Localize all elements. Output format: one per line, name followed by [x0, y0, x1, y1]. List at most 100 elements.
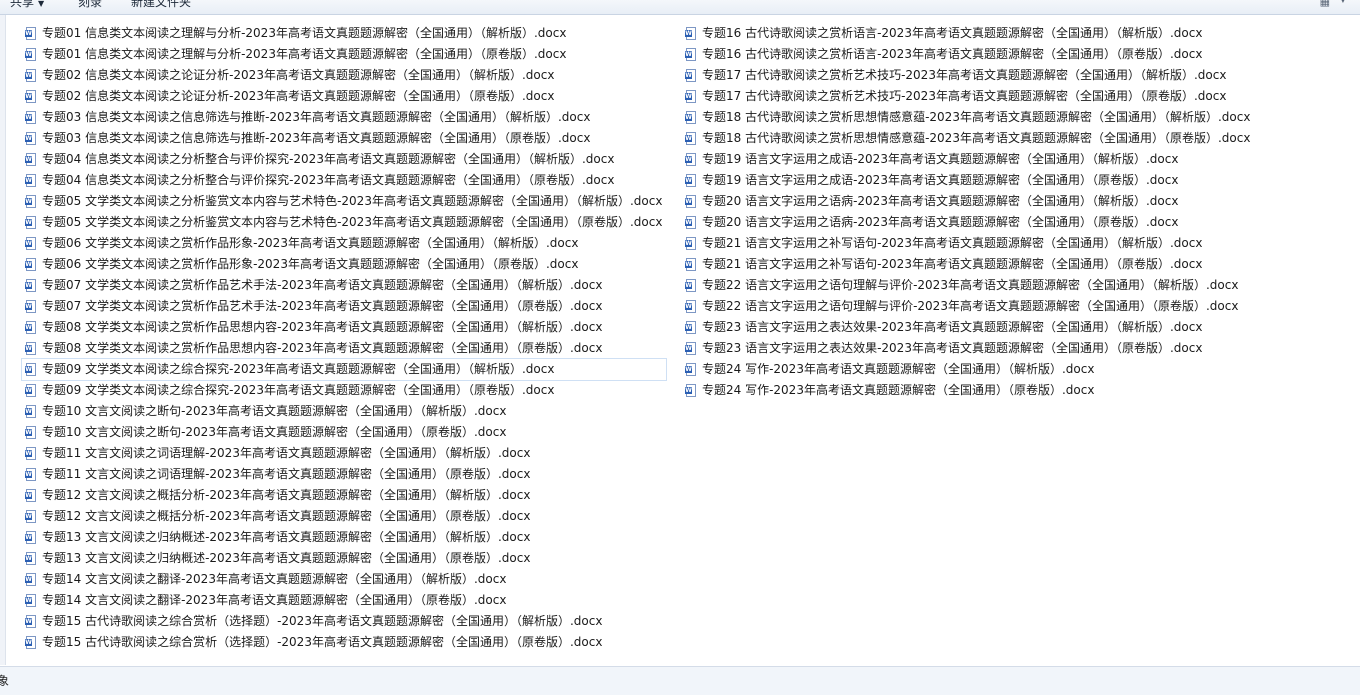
file-item[interactable]: W 专题04 信息类文本阅读之分析整合与评价探究-2023年高考语文真题题源解密（… — [22, 170, 666, 191]
file-item[interactable]: W 专题01 信息类文本阅读之理解与分析-2023年高考语文真题题源解密（全国通用… — [22, 44, 666, 65]
file-item[interactable]: W 专题03 信息类文本阅读之信息筛选与推断-2023年高考语文真题题源解密（全国… — [22, 107, 666, 128]
file-item[interactable]: W 专题11 文言文阅读之词语理解-2023年高考语文真题题源解密（全国通用）（解… — [22, 443, 666, 464]
share-label: 共享 — [10, 0, 35, 9]
word-document-icon: W — [25, 48, 36, 61]
file-name: 专题19 语言文字运用之成语-2023年高考语文真题题源解密（全国通用）（原卷版… — [702, 173, 1179, 187]
word-document-icon: W — [685, 48, 696, 61]
burn-label: 刻录 — [78, 0, 103, 9]
word-document-icon: W — [25, 174, 36, 187]
file-item[interactable]: W 专题10 文言文阅读之断句-2023年高考语文真题题源解密（全国通用）（原卷版… — [22, 422, 666, 443]
file-item[interactable]: W 专题23 语言文字运用之表达效果-2023年高考语文真题题源解密（全国通用）（… — [682, 338, 1254, 359]
file-item[interactable]: W 专题08 文学类文本阅读之赏析作品思想内容-2023年高考语文真题题源解密（全… — [22, 338, 666, 359]
file-item[interactable]: W 专题22 语言文字运用之语句理解与评价-2023年高考语文真题题源解密（全国通… — [682, 275, 1254, 296]
file-name: 专题09 文学类文本阅读之综合探究-2023年高考语文真题题源解密（全国通用）（… — [42, 383, 555, 397]
file-name: 专题02 信息类文本阅读之论证分析-2023年高考语文真题题源解密（全国通用）（… — [42, 68, 555, 82]
file-item[interactable]: W 专题16 古代诗歌阅读之赏析语言-2023年高考语文真题题源解密（全国通用）（… — [682, 44, 1254, 65]
new-folder-button[interactable]: 新建文件夹 — [131, 0, 191, 10]
word-document-icon: W — [25, 27, 36, 40]
file-item[interactable]: W 专题05 文学类文本阅读之分析鉴赏文本内容与艺术特色-2023年高考语文真题题… — [22, 212, 666, 233]
file-name: 专题16 古代诗歌阅读之赏析语言-2023年高考语文真题题源解密（全国通用）（原… — [702, 47, 1203, 61]
file-name: 专题07 文学类文本阅读之赏析作品艺术手法-2023年高考语文真题题源解密（全国… — [42, 299, 603, 313]
word-document-icon: W — [25, 489, 36, 502]
word-document-icon: W — [25, 216, 36, 229]
file-item[interactable]: W 专题17 古代诗歌阅读之赏析艺术技巧-2023年高考语文真题题源解密（全国通用… — [682, 65, 1254, 86]
file-item[interactable]: W 专题14 文言文阅读之翻译-2023年高考语文真题题源解密（全国通用）（解析版… — [22, 569, 666, 590]
file-item[interactable]: W 专题18 古代诗歌阅读之赏析思想情感意蕴-2023年高考语文真题题源解密（全国… — [682, 107, 1254, 128]
file-name: 专题22 语言文字运用之语句理解与评价-2023年高考语文真题题源解密（全国通用… — [702, 299, 1239, 313]
word-document-icon: W — [685, 111, 696, 124]
status-text: 象 — [0, 674, 10, 688]
file-name: 专题22 语言文字运用之语句理解与评价-2023年高考语文真题题源解密（全国通用… — [702, 278, 1239, 292]
file-item[interactable]: W 专题06 文学类文本阅读之赏析作品形象-2023年高考语文真题题源解密（全国通… — [22, 233, 666, 254]
file-item[interactable]: W 专题13 文言文阅读之归纳概述-2023年高考语文真题题源解密（全国通用）（解… — [22, 527, 666, 548]
file-name: 专题04 信息类文本阅读之分析整合与评价探究-2023年高考语文真题题源解密（全… — [42, 173, 615, 187]
file-name: 专题17 古代诗歌阅读之赏析艺术技巧-2023年高考语文真题题源解密（全国通用）… — [702, 68, 1227, 82]
command-toolbar: 共享▼ 刻录 新建文件夹 ▦ ▼ — [0, 0, 1360, 15]
file-name: 专题01 信息类文本阅读之理解与分析-2023年高考语文真题题源解密（全国通用）… — [42, 47, 567, 61]
burn-button[interactable]: 刻录 — [78, 0, 102, 10]
file-item[interactable]: W 专题01 信息类文本阅读之理解与分析-2023年高考语文真题题源解密（全国通用… — [22, 23, 666, 44]
share-button[interactable]: 共享 ▼ — [10, 0, 44, 10]
word-document-icon: W — [685, 384, 696, 397]
file-item[interactable]: W 专题09 文学类文本阅读之综合探究-2023年高考语文真题题源解密（全国通用）… — [20, 358, 668, 381]
file-name: 专题03 信息类文本阅读之信息筛选与推断-2023年高考语文真题题源解密（全国通… — [42, 131, 591, 145]
file-item[interactable]: W 专题07 文学类文本阅读之赏析作品艺术手法-2023年高考语文真题题源解密（全… — [22, 275, 666, 296]
word-document-icon: W — [25, 90, 36, 103]
file-item[interactable]: W 专题07 文学类文本阅读之赏析作品艺术手法-2023年高考语文真题题源解密（全… — [22, 296, 666, 317]
file-item[interactable]: W 专题09 文学类文本阅读之综合探究-2023年高考语文真题题源解密（全国通用）… — [22, 380, 666, 401]
file-item[interactable]: W 专题05 文学类文本阅读之分析鉴赏文本内容与艺术特色-2023年高考语文真题题… — [22, 191, 666, 212]
word-document-icon: W — [685, 69, 696, 82]
file-item[interactable]: W 专题23 语言文字运用之表达效果-2023年高考语文真题题源解密（全国通用）（… — [682, 317, 1254, 338]
file-item[interactable]: W 专题04 信息类文本阅读之分析整合与评价探究-2023年高考语文真题题源解密（… — [22, 149, 666, 170]
file-name: 专题11 文言文阅读之词语理解-2023年高考语文真题题源解密（全国通用）（解析… — [42, 446, 531, 460]
file-name: 专题08 文学类文本阅读之赏析作品思想内容-2023年高考语文真题题源解密（全国… — [42, 341, 603, 355]
file-item[interactable]: W 专题16 古代诗歌阅读之赏析语言-2023年高考语文真题题源解密（全国通用）（… — [682, 23, 1254, 44]
file-item[interactable]: W 专题02 信息类文本阅读之论证分析-2023年高考语文真题题源解密（全国通用）… — [22, 65, 666, 86]
view-options-icon[interactable]: ▦ — [1320, 0, 1330, 8]
file-item[interactable]: W 专题22 语言文字运用之语句理解与评价-2023年高考语文真题题源解密（全国通… — [682, 296, 1254, 317]
file-item[interactable]: W 专题15 古代诗歌阅读之综合赏析（选择题）-2023年高考语文真题题源解密（全… — [22, 611, 666, 632]
file-item[interactable]: W 专题18 古代诗歌阅读之赏析思想情感意蕴-2023年高考语文真题题源解密（全国… — [682, 128, 1254, 149]
file-item[interactable]: W 专题13 文言文阅读之归纳概述-2023年高考语文真题题源解密（全国通用）（原… — [22, 548, 666, 569]
file-item[interactable]: W 专题24 写作-2023年高考语文真题题源解密（全国通用）（原卷版）.docx — [682, 380, 1254, 401]
word-document-icon: W — [25, 342, 36, 355]
word-document-icon: W — [685, 300, 696, 313]
file-item[interactable]: W 专题02 信息类文本阅读之论证分析-2023年高考语文真题题源解密（全国通用）… — [22, 86, 666, 107]
file-name: 专题20 语言文字运用之语病-2023年高考语文真题题源解密（全国通用）（原卷版… — [702, 215, 1179, 229]
file-name: 专题06 文学类文本阅读之赏析作品形象-2023年高考语文真题题源解密（全国通用… — [42, 236, 579, 250]
file-item[interactable]: W 专题19 语言文字运用之成语-2023年高考语文真题题源解密（全国通用）（原卷… — [682, 170, 1254, 191]
file-item[interactable]: W 专题03 信息类文本阅读之信息筛选与推断-2023年高考语文真题题源解密（全国… — [22, 128, 666, 149]
file-column-left: W 专题01 信息类文本阅读之理解与分析-2023年高考语文真题题源解密（全国通用… — [20, 23, 668, 653]
word-document-icon: W — [685, 132, 696, 145]
file-explorer-window: 共享▼ 刻录 新建文件夹 ▦ ▼ W 专题01 信息类文本阅读之理解与分析-202… — [0, 0, 1360, 695]
file-name: 专题10 文言文阅读之断句-2023年高考语文真题题源解密（全国通用）（原卷版）… — [42, 425, 507, 439]
file-item[interactable]: W 专题08 文学类文本阅读之赏析作品思想内容-2023年高考语文真题题源解密（全… — [22, 317, 666, 338]
file-item[interactable]: W 专题14 文言文阅读之翻译-2023年高考语文真题题源解密（全国通用）（原卷版… — [22, 590, 666, 611]
word-document-icon: W — [25, 384, 36, 397]
word-document-icon: W — [25, 132, 36, 145]
chevron-down-icon[interactable]: ▼ — [1340, 0, 1346, 4]
file-item[interactable]: W 专题06 文学类文本阅读之赏析作品形象-2023年高考语文真题题源解密（全国通… — [22, 254, 666, 275]
file-item[interactable]: W 专题11 文言文阅读之词语理解-2023年高考语文真题题源解密（全国通用）（原… — [22, 464, 666, 485]
file-name: 专题18 古代诗歌阅读之赏析思想情感意蕴-2023年高考语文真题题源解密（全国通… — [702, 110, 1251, 124]
file-item[interactable]: W 专题15 古代诗歌阅读之综合赏析（选择题）-2023年高考语文真题题源解密（全… — [22, 632, 666, 653]
word-document-icon: W — [685, 237, 696, 250]
file-item[interactable]: W 专题12 文言文阅读之概括分析-2023年高考语文真题题源解密（全国通用）（原… — [22, 506, 666, 527]
word-document-icon: W — [685, 174, 696, 187]
word-document-icon: W — [25, 195, 36, 208]
file-name: 专题23 语言文字运用之表达效果-2023年高考语文真题题源解密（全国通用）（原… — [702, 341, 1203, 355]
file-item[interactable]: W 专题24 写作-2023年高考语文真题题源解密（全国通用）（解析版）.docx — [682, 359, 1254, 380]
file-name: 专题17 古代诗歌阅读之赏析艺术技巧-2023年高考语文真题题源解密（全国通用）… — [702, 89, 1227, 103]
word-document-icon: W — [685, 90, 696, 103]
file-item[interactable]: W 专题17 古代诗歌阅读之赏析艺术技巧-2023年高考语文真题题源解密（全国通用… — [682, 86, 1254, 107]
file-item[interactable]: W 专题20 语言文字运用之语病-2023年高考语文真题题源解密（全国通用）（解析… — [682, 191, 1254, 212]
file-item[interactable]: W 专题20 语言文字运用之语病-2023年高考语文真题题源解密（全国通用）（原卷… — [682, 212, 1254, 233]
file-item[interactable]: W 专题10 文言文阅读之断句-2023年高考语文真题题源解密（全国通用）（解析版… — [22, 401, 666, 422]
file-item[interactable]: W 专题12 文言文阅读之概括分析-2023年高考语文真题题源解密（全国通用）（解… — [22, 485, 666, 506]
file-item[interactable]: W 专题21 语言文字运用之补写语句-2023年高考语文真题题源解密（全国通用）（… — [682, 233, 1254, 254]
file-item[interactable]: W 专题21 语言文字运用之补写语句-2023年高考语文真题题源解密（全国通用）（… — [682, 254, 1254, 275]
word-document-icon: W — [685, 258, 696, 271]
word-document-icon: W — [25, 300, 36, 313]
file-item[interactable]: W 专题19 语言文字运用之成语-2023年高考语文真题题源解密（全国通用）（解析… — [682, 149, 1254, 170]
word-document-icon: W — [685, 279, 696, 292]
